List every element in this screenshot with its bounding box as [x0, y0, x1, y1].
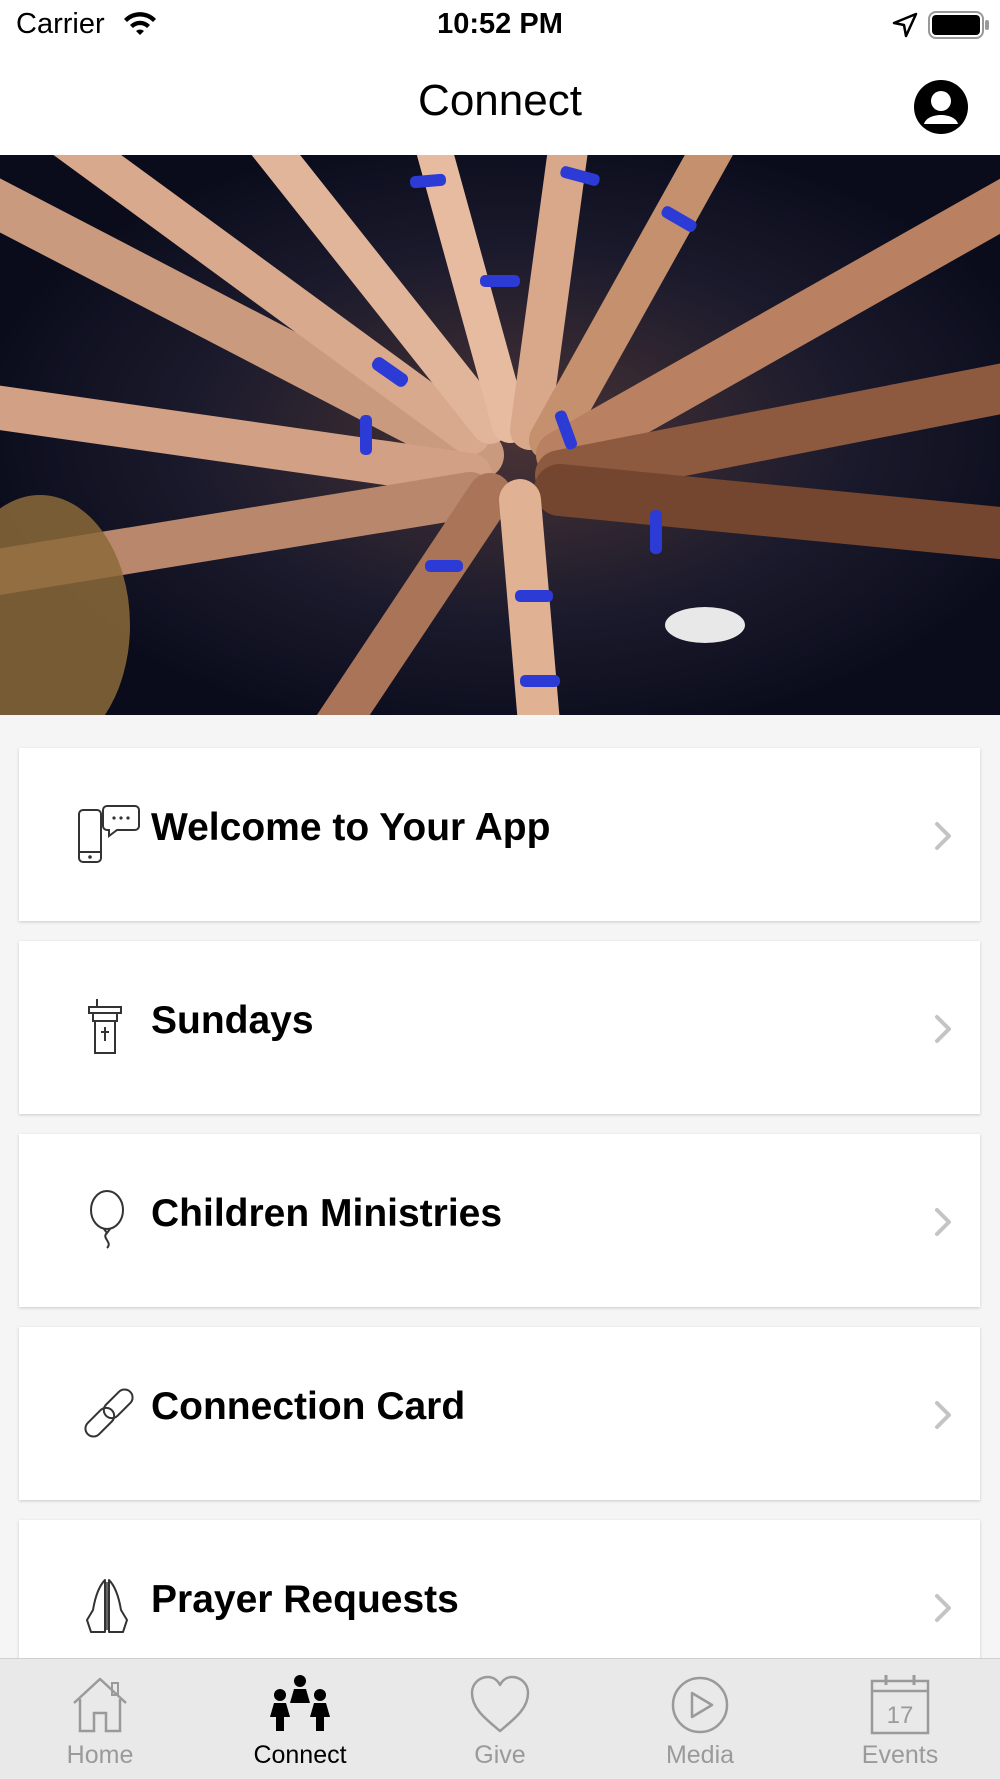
- chevron-right-icon: [933, 1399, 953, 1436]
- menu-item-label: Prayer Requests: [151, 1578, 459, 1621]
- hero-image: [0, 155, 1000, 715]
- praying-hands-icon: [71, 1576, 147, 1636]
- location-arrow-icon: [892, 12, 918, 43]
- link-icon: [71, 1383, 147, 1443]
- tab-events[interactable]: 17 Events: [800, 1659, 1000, 1779]
- play-circle-icon: [664, 1673, 736, 1737]
- tab-label: Events: [861, 1741, 939, 1769]
- menu-item-children-ministries[interactable]: Children Ministries: [19, 1134, 980, 1307]
- status-bar: Carrier 10:52 PM: [0, 0, 1000, 50]
- menu-item-sundays[interactable]: Sundays: [19, 941, 980, 1114]
- battery-icon: [928, 10, 990, 45]
- tab-bar: Home Connect Give Media 17 Events: [0, 1658, 1000, 1779]
- tab-media[interactable]: Media: [600, 1659, 800, 1779]
- tab-label: Media: [665, 1741, 735, 1769]
- page-title: Connect: [418, 76, 582, 125]
- menu-item-connection-card[interactable]: Connection Card: [19, 1327, 980, 1500]
- chevron-right-icon: [933, 1013, 953, 1050]
- tab-give[interactable]: Give: [400, 1659, 600, 1779]
- tab-label: Give: [474, 1741, 526, 1769]
- heart-icon: [464, 1673, 536, 1737]
- hands-together-photo: [0, 155, 1000, 715]
- tab-label: Connect: [253, 1741, 347, 1769]
- menu-item-welcome[interactable]: Welcome to Your App: [19, 748, 980, 921]
- tab-connect[interactable]: Connect: [200, 1659, 400, 1779]
- menu-item-label: Children Ministries: [151, 1192, 503, 1235]
- calendar-icon: 17: [864, 1673, 936, 1737]
- menu-item-label: Connection Card: [151, 1385, 466, 1428]
- tab-label: Home: [66, 1741, 134, 1769]
- phone-chat-icon: [71, 804, 147, 864]
- profile-avatar-icon[interactable]: [912, 78, 970, 136]
- menu-item-label: Sundays: [151, 999, 314, 1042]
- navigation-bar: Connect: [0, 50, 1000, 155]
- chevron-right-icon: [933, 820, 953, 857]
- menu-item-label: Welcome to Your App: [151, 806, 551, 849]
- tab-home[interactable]: Home: [0, 1659, 200, 1779]
- people-icon: [264, 1673, 336, 1737]
- house-icon: [64, 1673, 136, 1737]
- balloon-icon: [71, 1190, 147, 1250]
- status-time: 10:52 PM: [437, 8, 563, 40]
- chevron-right-icon: [933, 1592, 953, 1629]
- chevron-right-icon: [933, 1206, 953, 1243]
- svg-text:17: 17: [887, 1702, 914, 1729]
- pulpit-icon: [71, 997, 147, 1057]
